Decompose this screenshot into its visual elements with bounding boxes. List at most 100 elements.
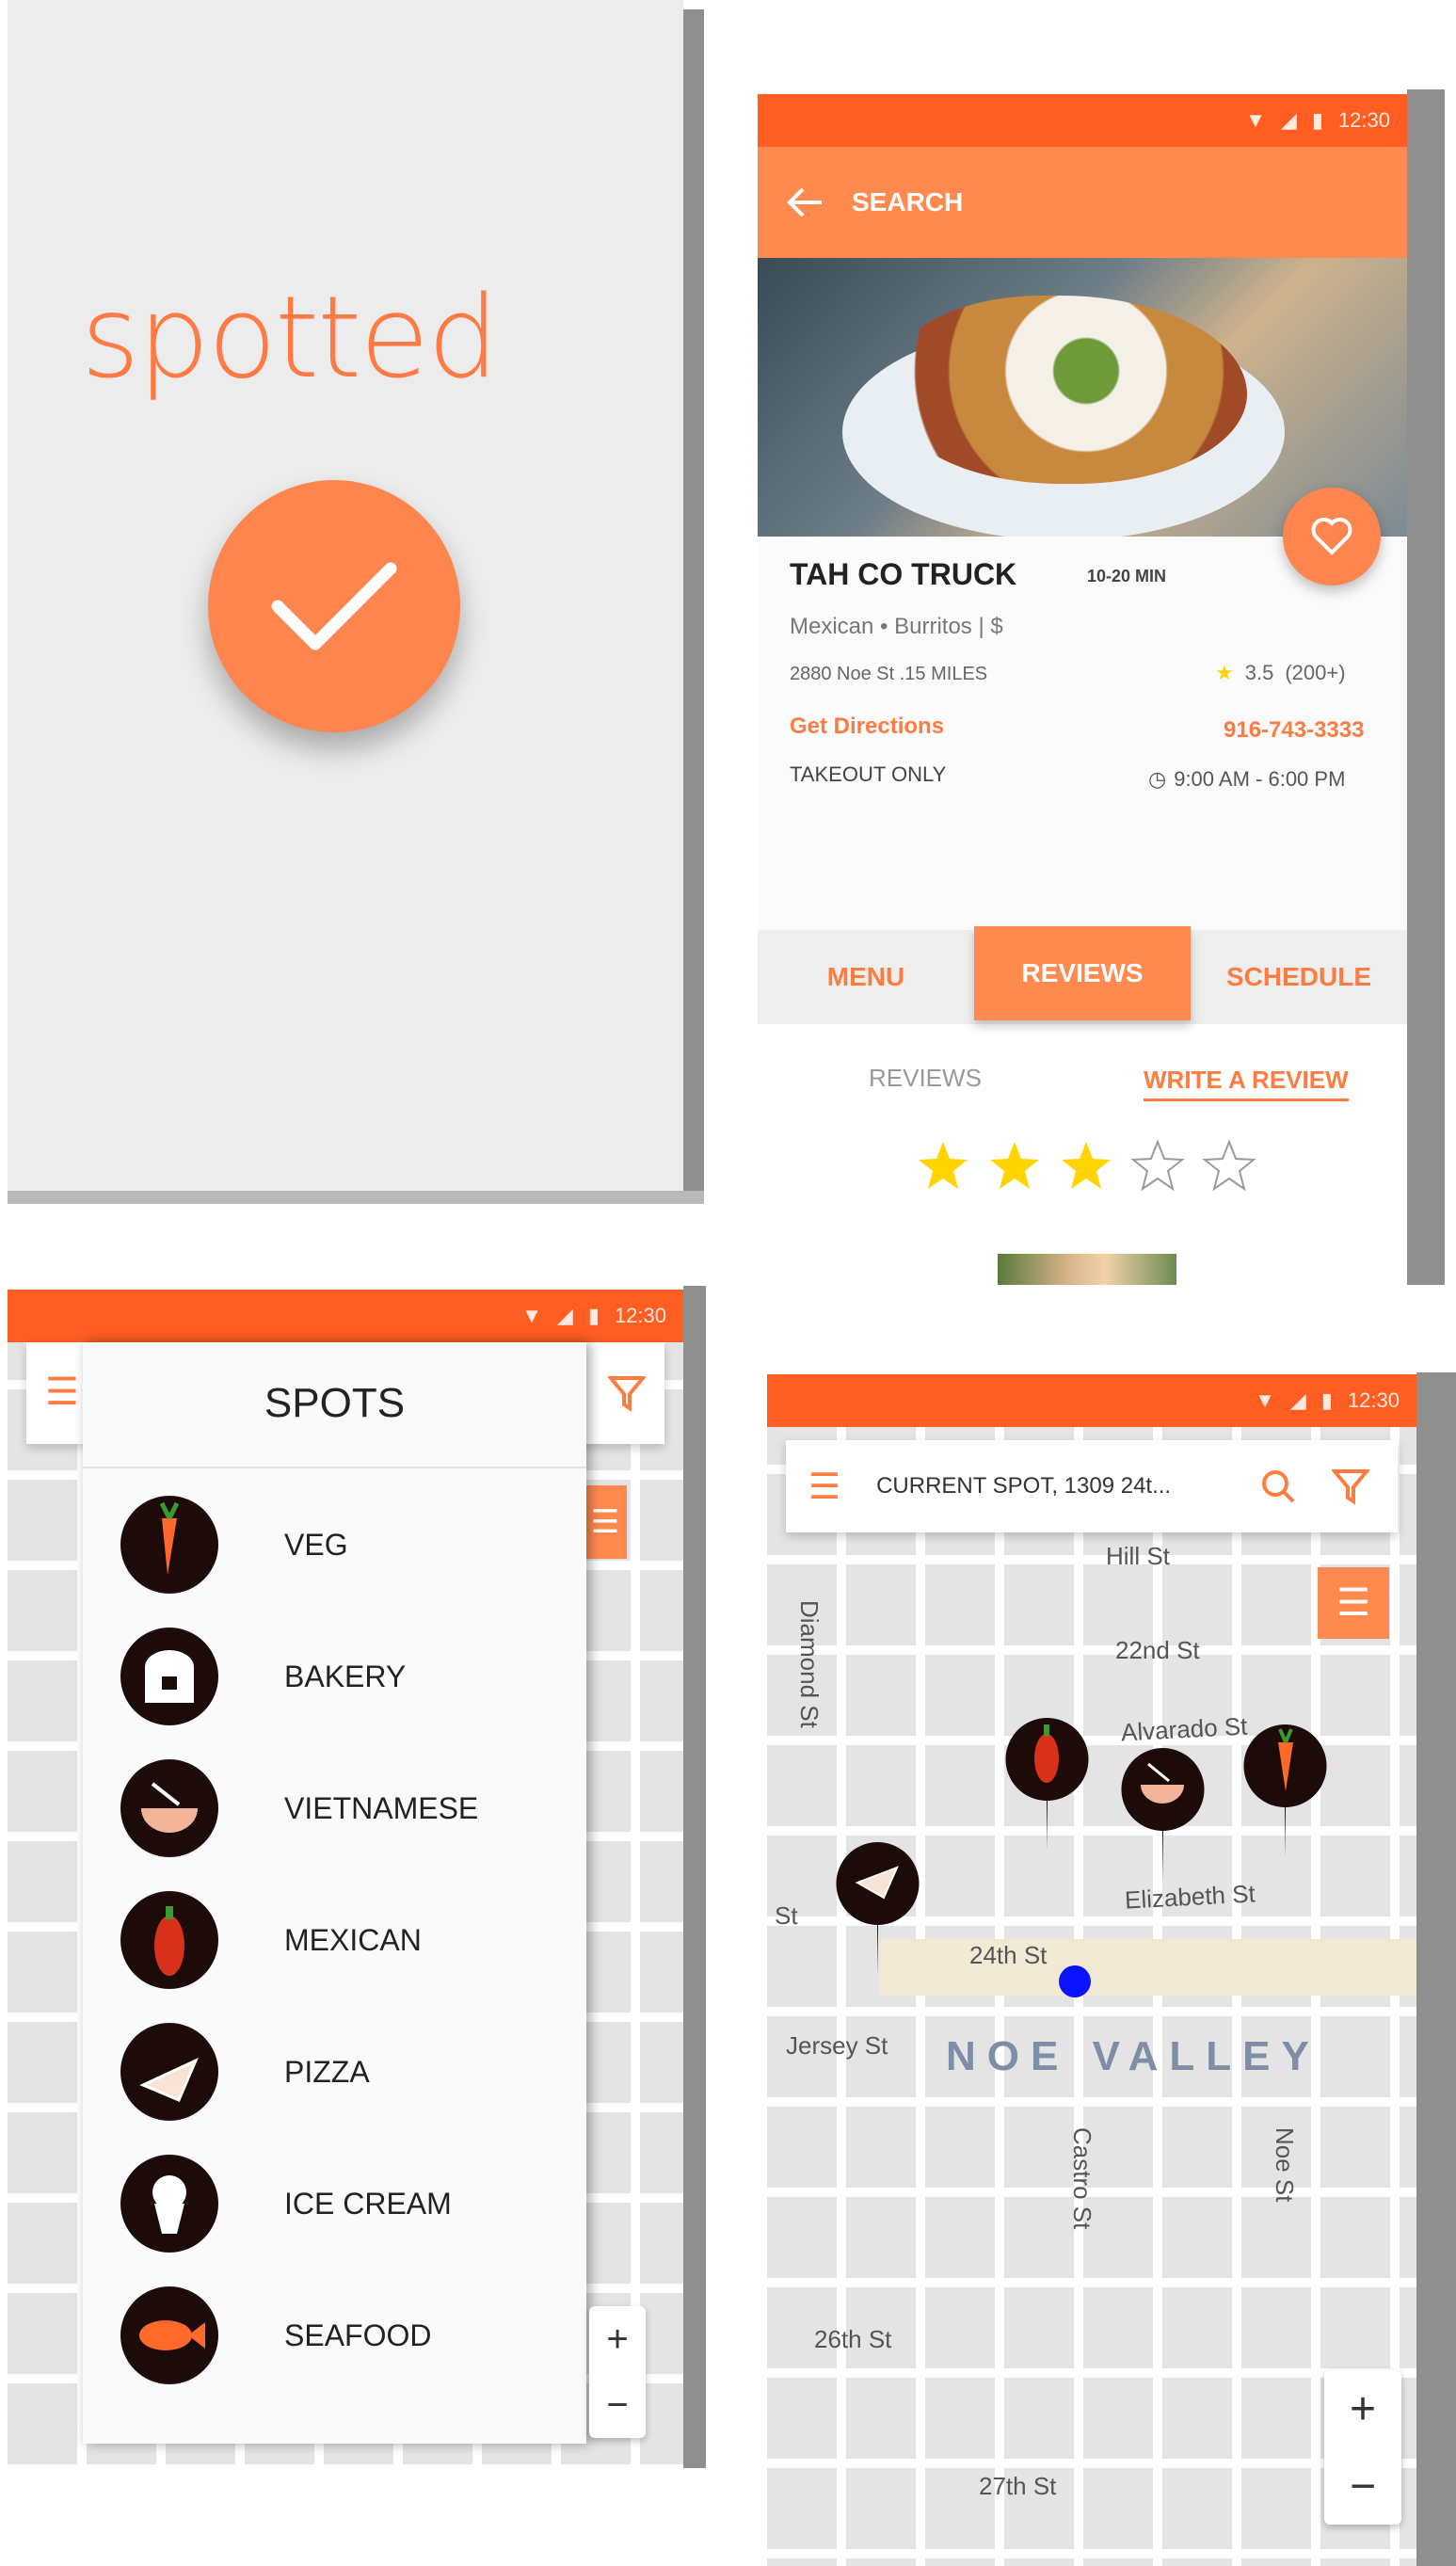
zoom-in-button[interactable]: +: [589, 2306, 646, 2372]
star-icon: ★: [1215, 661, 1234, 684]
spot-label: BAKERY: [284, 1659, 407, 1693]
nachos: [889, 296, 1247, 484]
current-location-dot: [1059, 1965, 1091, 1997]
confirm-button[interactable]: [208, 480, 460, 732]
chili-pepper-icon: [120, 1891, 218, 1989]
spot-label: MEXICAN: [284, 1922, 422, 1957]
main-street-highlight: [880, 1939, 1416, 1996]
spot-item-pizza[interactable]: PIZZA: [120, 2020, 370, 2124]
back-arrow-icon[interactable]: [786, 186, 824, 218]
list-view-button[interactable]: ☰: [584, 1485, 627, 1559]
star-filled-icon[interactable]: [987, 1139, 1042, 1194]
signal-icon: ◢: [1280, 108, 1297, 132]
star-filled-icon[interactable]: [916, 1139, 970, 1194]
spots-drawer: SPOTS VEG BAKERY VIETNAMESE MEXICAN PIZZA ICE…: [83, 1342, 586, 2444]
street-label: St: [775, 1901, 798, 1930]
truck-info: TAH CO TRUCK 10-20 MIN Mexican • Burrito…: [758, 537, 1407, 930]
zoom-in-button[interactable]: +: [1324, 2370, 1401, 2447]
hours: ◷ 9:00 AM - 6:00 PM: [1148, 767, 1345, 792]
app-bar: SEARCH: [758, 147, 1407, 258]
tab-schedule[interactable]: SCHEDULE: [1191, 930, 1407, 1024]
list-view-button[interactable]: ☰: [1318, 1567, 1389, 1639]
back-label[interactable]: SEARCH: [852, 187, 963, 217]
map-screen: ▼ ◢ ▮ 12:30 ☰ CURRENT SPOT, 1309 24t... …: [767, 1374, 1416, 2566]
status-bar: ▼ ◢ ▮ 12:30: [767, 1374, 1416, 1427]
filter-icon[interactable]: [608, 1374, 646, 1412]
heart-icon: [1311, 518, 1352, 555]
menu-icon[interactable]: ☰: [45, 1371, 79, 1414]
menu-icon[interactable]: ☰: [808, 1466, 840, 1508]
tab-reviews[interactable]: REVIEWS: [974, 926, 1191, 1020]
rating: ★ 3.5 (200+): [1215, 661, 1346, 685]
wait-time: 10-20 MIN: [1087, 567, 1167, 585]
status-time: 12:30: [1337, 108, 1390, 132]
search-text[interactable]: CURRENT SPOT, 1309 24t...: [876, 1473, 1224, 1500]
cuisine: Mexican • Burritos | $: [790, 614, 1003, 639]
spot-item-mexican[interactable]: MEXICAN: [120, 1888, 422, 1992]
zoom-controls: + −: [1324, 2370, 1401, 2525]
signal-icon: ◢: [1289, 1388, 1306, 1412]
map-pin-veg[interactable]: [1242, 1718, 1327, 1859]
clock-icon: ◷: [1148, 767, 1167, 791]
favorite-button[interactable]: [1283, 488, 1381, 585]
truck-name: TAH CO TRUCK: [790, 557, 1017, 591]
street-label: 26th St: [814, 2325, 892, 2353]
star-filled-icon[interactable]: [1059, 1139, 1113, 1194]
spot-item-seafood[interactable]: SEAFOOD: [120, 2284, 431, 2387]
pizza-slice-icon: [120, 2023, 218, 2121]
spot-item-vietnamese[interactable]: VIETNAMESE: [120, 1756, 478, 1860]
spot-label: ICE CREAM: [284, 2186, 452, 2221]
zoom-out-button[interactable]: −: [589, 2372, 646, 2438]
rating-count: (200+): [1285, 661, 1346, 684]
map-pin-vietnamese[interactable]: [1120, 1741, 1205, 1883]
tab-menu[interactable]: MENU: [758, 930, 974, 1024]
spot-item-veg[interactable]: VEG: [120, 1493, 348, 1596]
star-empty-icon[interactable]: [1202, 1139, 1256, 1194]
street-label: Diamond St: [795, 1600, 824, 1728]
status-bar: ▼ ◢ ▮ 12:30: [758, 94, 1407, 147]
write-review-link[interactable]: WRITE A REVIEW: [1144, 1066, 1349, 1101]
hours-text: 9:00 AM - 6:00 PM: [1174, 767, 1346, 791]
street-label: 27th St: [979, 2472, 1057, 2500]
zoom-out-button[interactable]: −: [1324, 2447, 1401, 2525]
device-edge: [8, 1191, 704, 1204]
wifi-icon: ▼: [1255, 1388, 1275, 1412]
get-directions-link[interactable]: Get Directions: [790, 714, 944, 740]
map-pin-mexican[interactable]: [1004, 1711, 1089, 1852]
street-label: 24th St: [969, 1941, 1048, 1969]
spot-item-bakery[interactable]: BAKERY: [120, 1625, 406, 1728]
street-label: Jersey St: [786, 2031, 888, 2060]
status-time: 12:30: [614, 1304, 666, 1327]
bread-icon: [120, 1628, 218, 1725]
spot-label: SEAFOOD: [284, 2317, 432, 2352]
tab-bar: MENU REVIEWS SCHEDULE: [758, 926, 1407, 1024]
divider: [83, 1467, 586, 1468]
spotted-logo: spotted: [81, 273, 499, 404]
device-edge: [1407, 89, 1445, 1285]
wifi-icon: ▼: [521, 1304, 542, 1327]
spots-screen: ▼ ◢ ▮ 12:30 ☰ ☰ SPOTS VEG BAKERY VIETNAMES…: [8, 1290, 683, 2464]
battery-icon: ▮: [1311, 108, 1323, 132]
address: 2880 Noe St .15 MILES: [790, 664, 988, 684]
status-bar: ▼ ◢ ▮ 12:30: [8, 1290, 683, 1342]
signal-icon: ◢: [556, 1304, 573, 1327]
spot-item-ice-cream[interactable]: ICE CREAM: [120, 2152, 452, 2255]
map-pin-pizza[interactable]: [835, 1836, 920, 1977]
location-search-bar[interactable]: ☰ CURRENT SPOT, 1309 24t...: [786, 1440, 1398, 1532]
filter-icon[interactable]: [1332, 1467, 1370, 1505]
neighborhood-label: NOE VALLEY: [946, 2033, 1320, 2079]
spot-label: VEG: [284, 1527, 348, 1562]
list-icon: ☰: [1336, 1582, 1370, 1624]
street-label: Castro St: [1068, 2127, 1096, 2230]
carrot-icon: [120, 1496, 218, 1594]
star-empty-icon[interactable]: [1130, 1139, 1185, 1194]
reviewer-photo: [998, 1254, 1176, 1285]
star-rating[interactable]: [916, 1139, 1256, 1194]
device-edge: [683, 9, 704, 1203]
splash-screen: spotted: [8, 0, 683, 1191]
search-icon[interactable]: [1260, 1468, 1296, 1504]
phone-link[interactable]: 916-743-3333: [1224, 717, 1364, 744]
truck-detail-screen: ▼ ◢ ▮ 12:30 SEARCH TAH CO TRUCK 10-20 MI…: [758, 94, 1407, 1285]
rating-value: 3.5: [1244, 661, 1274, 684]
device-edge: [683, 1286, 706, 2468]
